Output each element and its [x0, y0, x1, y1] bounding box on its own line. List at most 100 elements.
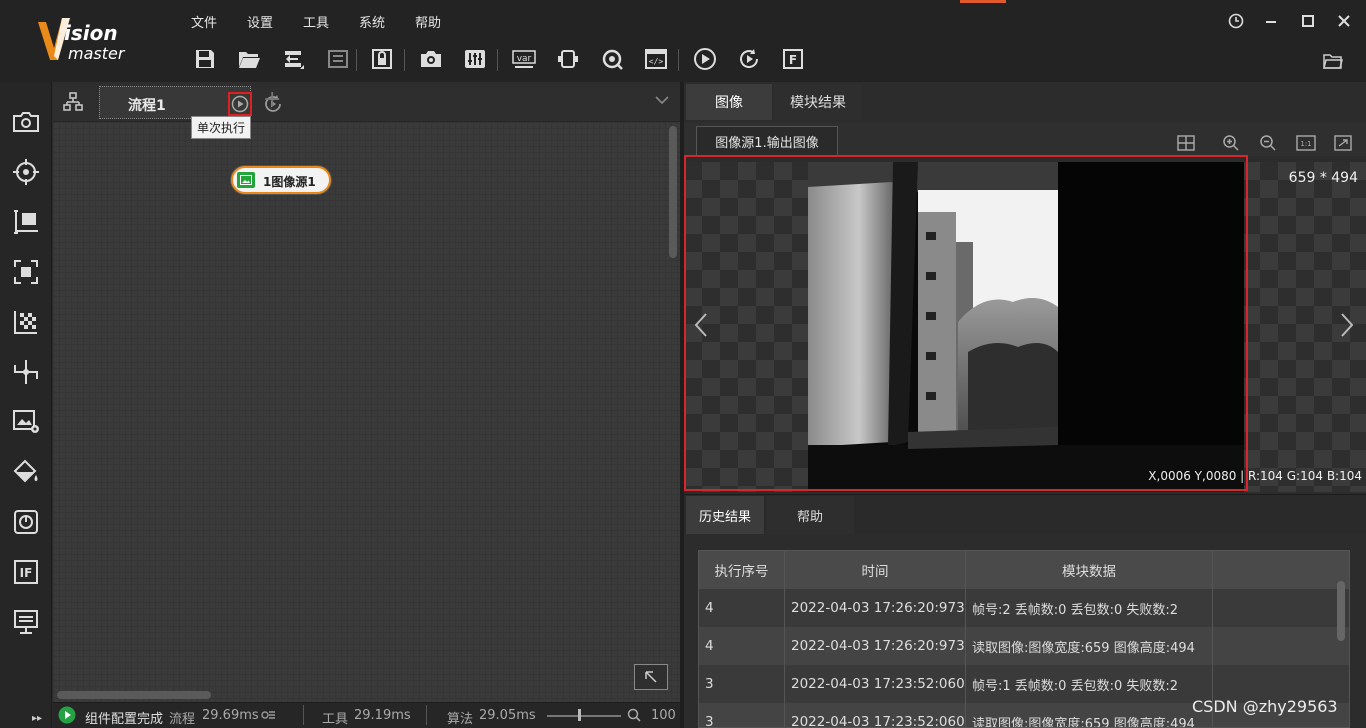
zoom-value: 100 [651, 708, 676, 723]
zoom-in-icon[interactable] [1220, 132, 1242, 154]
chevron-down-icon[interactable] [655, 94, 669, 109]
previous-image-icon[interactable] [694, 312, 708, 342]
add-flow-tab-button[interactable]: + [263, 89, 281, 111]
logo-text-main: ision [64, 21, 118, 45]
measure-category-icon[interactable] [10, 206, 42, 238]
zoom-slider-handle[interactable] [578, 709, 581, 721]
run-once-button[interactable] [228, 92, 252, 116]
communication-icon[interactable] [555, 46, 581, 72]
save-icon[interactable] [192, 46, 218, 72]
variable-icon[interactable]: var [511, 46, 537, 72]
flow-node-image-source[interactable]: 1图像源1 [231, 166, 331, 194]
tab-flow-1[interactable]: 流程1 [99, 86, 251, 119]
accent-line [960, 0, 1006, 3]
zoom-slider-track[interactable] [547, 715, 621, 717]
process-tree-icon[interactable] [63, 92, 83, 116]
column-header-exec-index[interactable]: 执行序号 [699, 551, 785, 589]
script-code-icon[interactable]: </> [643, 46, 669, 72]
next-image-icon[interactable] [1340, 312, 1354, 342]
status-tool-time: 29.19ms [354, 708, 411, 723]
communication-category-icon[interactable] [10, 606, 42, 638]
tab-history-results[interactable]: 历史结果 [686, 496, 764, 534]
column-header-module-data[interactable]: 模块数据 [966, 551, 1213, 589]
svg-text:F: F [789, 53, 797, 67]
lock-icon[interactable] [369, 46, 395, 72]
adjust-sliders-icon[interactable] [462, 46, 488, 72]
camera-icon[interactable] [418, 46, 444, 72]
cell-exec-index: 3 [699, 703, 785, 728]
cell-module-data: 读取图像:图像宽度:659 图像高度:494 [966, 627, 1213, 665]
flow-time-detail-icon[interactable] [261, 709, 275, 725]
minimize-icon[interactable] [1260, 10, 1282, 32]
result-pane: 图像 模块结果 图像源1.输出图像 1:1 [684, 82, 1366, 728]
table-row[interactable]: 4 2022-04-03 17:26:20:973 读取图像:图像宽度:659 … [699, 627, 1350, 665]
locate-category-icon[interactable] [10, 156, 42, 188]
status-bar: 组件配置完成 流程 29.69ms 工具 29.19ms 算法 29.05ms … [53, 702, 680, 728]
cell-module-data: 帧号:2 丢帧数:0 丢包数:0 失败数:2 [966, 589, 1213, 627]
cell-module-data: 读取图像:图像宽度:659 图像高度:494 [966, 703, 1213, 728]
calibrate-category-icon[interactable] [10, 306, 42, 338]
zoom-search-icon[interactable] [627, 708, 641, 726]
status-separator [303, 705, 304, 725]
flow-canvas[interactable]: 1图像源1 [53, 122, 680, 702]
column-header-time[interactable]: 时间 [785, 551, 966, 589]
play-circle-icon [231, 95, 249, 113]
cell-exec-index: 4 [699, 589, 785, 627]
align-category-icon[interactable] [10, 356, 42, 388]
tab-help[interactable]: 帮助 [766, 496, 854, 534]
defect-detect-category-icon[interactable] [10, 506, 42, 538]
function-icon[interactable]: F [780, 46, 806, 72]
cell-time: 2022-04-03 17:26:20:973 [785, 627, 966, 665]
svg-text:var: var [517, 54, 532, 64]
fit-view-button[interactable] [634, 664, 668, 690]
menu-system[interactable]: 系统 [359, 12, 385, 32]
color-process-category-icon[interactable] [10, 456, 42, 488]
actual-size-icon[interactable]: 1:1 [1295, 132, 1317, 154]
tab-image[interactable]: 图像 [686, 84, 772, 120]
expand-sidebar-icon[interactable]: ▸▸ [32, 713, 42, 724]
history-table-scrollbar[interactable] [1337, 581, 1345, 641]
image-viewer[interactable] [684, 162, 1366, 492]
bottom-tab-bar: 历史结果 帮助 [684, 494, 1366, 534]
menu-file[interactable]: 文件 [191, 12, 217, 32]
close-icon[interactable] [1333, 10, 1355, 32]
toolbar-separator [678, 49, 679, 71]
status-tool-label: 工具 [322, 708, 348, 727]
table-header-row: 执行序号 时间 模块数据 [699, 551, 1350, 589]
logic-tool-category-icon[interactable]: IF [10, 556, 42, 588]
image-process-category-icon[interactable] [10, 406, 42, 438]
fit-window-icon[interactable] [1332, 132, 1354, 154]
menu-help[interactable]: 帮助 [415, 12, 441, 32]
import-icon[interactable] [281, 46, 307, 72]
menu-tools[interactable]: 工具 [303, 12, 329, 32]
maximize-icon[interactable] [1297, 10, 1319, 32]
grid-toggle-icon[interactable] [1175, 132, 1197, 154]
zoom-out-icon[interactable] [1257, 132, 1279, 154]
status-flow-label: 流程 [169, 708, 195, 727]
tab-module-result[interactable]: 模块结果 [774, 84, 862, 120]
watermark: CSDN @zhy29563 [1192, 697, 1338, 716]
table-row[interactable]: 4 2022-04-03 17:26:20:973 帧号:2 丢帧数:0 丢包数… [699, 589, 1350, 627]
run-once-toolbar-icon[interactable] [692, 46, 718, 72]
canvas-vertical-scrollbar[interactable] [669, 126, 677, 258]
target-refresh-icon[interactable] [599, 46, 625, 72]
tool-category-sidebar: IF ▸▸ [0, 82, 52, 728]
flow-tab-bar: 流程1 + [53, 82, 680, 122]
image-output-tab-label: 图像源1.输出图像 [715, 132, 818, 151]
image-source-category-icon[interactable] [10, 106, 42, 138]
canvas-horizontal-scrollbar[interactable] [57, 691, 211, 699]
pixel-coordinate-readout: X,0006 Y,0080 | R:104 G:104 B:104 [1148, 469, 1362, 483]
menu-settings[interactable]: 设置 [247, 12, 273, 32]
cell-time: 2022-04-03 17:23:52:060 [785, 703, 966, 728]
image-output-tab[interactable]: 图像源1.输出图像 [696, 126, 838, 156]
logo-text-sub: master [68, 44, 126, 63]
camera-image [808, 162, 1244, 492]
recognize-category-icon[interactable] [10, 256, 42, 288]
clock-icon[interactable] [1225, 10, 1247, 32]
run-loop-toolbar-icon[interactable] [736, 46, 762, 72]
export-icon[interactable] [325, 46, 351, 72]
svg-text:1:1: 1:1 [1300, 140, 1311, 148]
cell-time: 2022-04-03 17:23:52:060 [785, 665, 966, 703]
open-folder-right-icon[interactable] [1322, 50, 1344, 72]
open-folder-icon[interactable] [236, 46, 262, 72]
